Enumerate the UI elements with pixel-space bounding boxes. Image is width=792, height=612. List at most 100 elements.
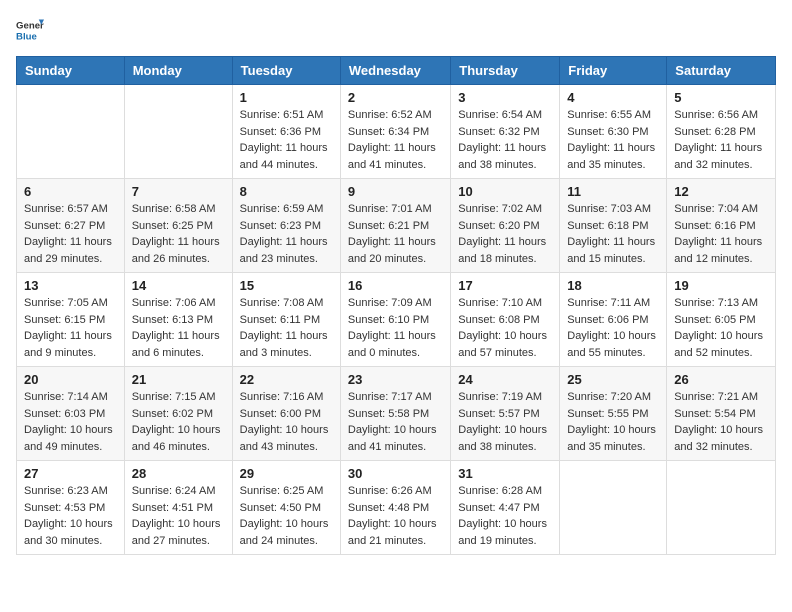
daylight-text: Daylight: 11 hours and 35 minutes. [567,142,655,171]
cell-content: Sunrise: 6:51 AM Sunset: 6:36 PM Dayligh… [240,107,333,173]
sunrise-text: Sunrise: 6:56 AM [674,109,758,121]
sunrise-text: Sunrise: 7:05 AM [24,297,108,309]
cell-content: Sunrise: 7:03 AM Sunset: 6:18 PM Dayligh… [567,201,659,267]
sunrise-text: Sunrise: 7:01 AM [348,203,432,215]
sunset-text: Sunset: 5:58 PM [348,408,429,420]
sunset-text: Sunset: 6:30 PM [567,126,648,138]
cell-content: Sunrise: 7:04 AM Sunset: 6:16 PM Dayligh… [674,201,768,267]
sunset-text: Sunset: 6:02 PM [132,408,213,420]
header: General Blue [16,16,776,44]
daylight-text: Daylight: 11 hours and 32 minutes. [674,142,762,171]
sunset-text: Sunset: 6:05 PM [674,314,755,326]
daylight-text: Daylight: 11 hours and 44 minutes. [240,142,328,171]
sunrise-text: Sunrise: 6:52 AM [348,109,432,121]
day-number: 27 [24,466,117,481]
day-number: 19 [674,278,768,293]
sunrise-text: Sunrise: 7:16 AM [240,391,324,403]
cell-content: Sunrise: 7:10 AM Sunset: 6:08 PM Dayligh… [458,295,552,361]
daylight-text: Daylight: 11 hours and 12 minutes. [674,236,762,265]
daylight-text: Daylight: 11 hours and 18 minutes. [458,236,546,265]
calendar-cell: 4 Sunrise: 6:55 AM Sunset: 6:30 PM Dayli… [560,85,667,179]
calendar-row: 13 Sunrise: 7:05 AM Sunset: 6:15 PM Dayl… [17,273,776,367]
sunset-text: Sunset: 6:00 PM [240,408,321,420]
sunset-text: Sunset: 6:06 PM [567,314,648,326]
sunset-text: Sunset: 6:16 PM [674,220,755,232]
daylight-text: Daylight: 11 hours and 20 minutes. [348,236,436,265]
sunrise-text: Sunrise: 7:02 AM [458,203,542,215]
sunset-text: Sunset: 6:13 PM [132,314,213,326]
sunset-text: Sunset: 6:03 PM [24,408,105,420]
daylight-text: Daylight: 11 hours and 0 minutes. [348,330,436,359]
cell-content: Sunrise: 6:24 AM Sunset: 4:51 PM Dayligh… [132,483,225,549]
day-number: 24 [458,372,552,387]
sunrise-text: Sunrise: 7:13 AM [674,297,758,309]
sunset-text: Sunset: 6:36 PM [240,126,321,138]
weekday-header: Wednesday [340,57,450,85]
daylight-text: Daylight: 10 hours and 27 minutes. [132,518,221,547]
calendar-cell [560,461,667,555]
day-number: 6 [24,184,117,199]
cell-content: Sunrise: 7:17 AM Sunset: 5:58 PM Dayligh… [348,389,443,455]
calendar-cell: 29 Sunrise: 6:25 AM Sunset: 4:50 PM Dayl… [232,461,340,555]
cell-content: Sunrise: 7:16 AM Sunset: 6:00 PM Dayligh… [240,389,333,455]
cell-content: Sunrise: 7:21 AM Sunset: 5:54 PM Dayligh… [674,389,768,455]
cell-content: Sunrise: 7:20 AM Sunset: 5:55 PM Dayligh… [567,389,659,455]
day-number: 1 [240,90,333,105]
calendar-cell: 7 Sunrise: 6:58 AM Sunset: 6:25 PM Dayli… [124,179,232,273]
calendar-cell: 3 Sunrise: 6:54 AM Sunset: 6:32 PM Dayli… [451,85,560,179]
svg-text:General: General [16,20,44,31]
cell-content: Sunrise: 6:26 AM Sunset: 4:48 PM Dayligh… [348,483,443,549]
weekday-header: Monday [124,57,232,85]
daylight-text: Daylight: 10 hours and 21 minutes. [348,518,437,547]
calendar-cell: 10 Sunrise: 7:02 AM Sunset: 6:20 PM Dayl… [451,179,560,273]
daylight-text: Daylight: 10 hours and 19 minutes. [458,518,547,547]
day-number: 14 [132,278,225,293]
daylight-text: Daylight: 11 hours and 29 minutes. [24,236,112,265]
day-number: 8 [240,184,333,199]
sunset-text: Sunset: 5:54 PM [674,408,755,420]
daylight-text: Daylight: 10 hours and 35 minutes. [567,424,656,453]
day-number: 12 [674,184,768,199]
sunset-text: Sunset: 6:25 PM [132,220,213,232]
calendar-cell: 12 Sunrise: 7:04 AM Sunset: 6:16 PM Dayl… [667,179,776,273]
cell-content: Sunrise: 7:05 AM Sunset: 6:15 PM Dayligh… [24,295,117,361]
cell-content: Sunrise: 6:52 AM Sunset: 6:34 PM Dayligh… [348,107,443,173]
calendar-row: 20 Sunrise: 7:14 AM Sunset: 6:03 PM Dayl… [17,367,776,461]
calendar-cell: 15 Sunrise: 7:08 AM Sunset: 6:11 PM Dayl… [232,273,340,367]
day-number: 5 [674,90,768,105]
sunset-text: Sunset: 4:50 PM [240,502,321,514]
calendar-cell: 18 Sunrise: 7:11 AM Sunset: 6:06 PM Dayl… [560,273,667,367]
sunset-text: Sunset: 6:11 PM [240,314,321,326]
daylight-text: Daylight: 10 hours and 46 minutes. [132,424,221,453]
sunrise-text: Sunrise: 6:54 AM [458,109,542,121]
sunrise-text: Sunrise: 7:15 AM [132,391,216,403]
sunset-text: Sunset: 6:28 PM [674,126,755,138]
sunrise-text: Sunrise: 6:58 AM [132,203,216,215]
calendar-cell: 19 Sunrise: 7:13 AM Sunset: 6:05 PM Dayl… [667,273,776,367]
day-number: 7 [132,184,225,199]
sunset-text: Sunset: 6:08 PM [458,314,539,326]
daylight-text: Daylight: 11 hours and 6 minutes. [132,330,220,359]
sunrise-text: Sunrise: 7:21 AM [674,391,758,403]
weekday-header: Tuesday [232,57,340,85]
sunrise-text: Sunrise: 7:14 AM [24,391,108,403]
daylight-text: Daylight: 10 hours and 24 minutes. [240,518,329,547]
sunrise-text: Sunrise: 6:24 AM [132,485,216,497]
cell-content: Sunrise: 7:15 AM Sunset: 6:02 PM Dayligh… [132,389,225,455]
calendar-row: 1 Sunrise: 6:51 AM Sunset: 6:36 PM Dayli… [17,85,776,179]
logo: General Blue [16,16,44,44]
calendar-cell: 17 Sunrise: 7:10 AM Sunset: 6:08 PM Dayl… [451,273,560,367]
calendar-cell: 25 Sunrise: 7:20 AM Sunset: 5:55 PM Dayl… [560,367,667,461]
cell-content: Sunrise: 6:28 AM Sunset: 4:47 PM Dayligh… [458,483,552,549]
cell-content: Sunrise: 7:01 AM Sunset: 6:21 PM Dayligh… [348,201,443,267]
sunrise-text: Sunrise: 7:06 AM [132,297,216,309]
sunset-text: Sunset: 4:48 PM [348,502,429,514]
calendar-row: 27 Sunrise: 6:23 AM Sunset: 4:53 PM Dayl… [17,461,776,555]
sunrise-text: Sunrise: 7:19 AM [458,391,542,403]
day-number: 28 [132,466,225,481]
day-number: 4 [567,90,659,105]
daylight-text: Daylight: 11 hours and 3 minutes. [240,330,328,359]
sunset-text: Sunset: 6:15 PM [24,314,105,326]
cell-content: Sunrise: 7:08 AM Sunset: 6:11 PM Dayligh… [240,295,333,361]
day-number: 31 [458,466,552,481]
